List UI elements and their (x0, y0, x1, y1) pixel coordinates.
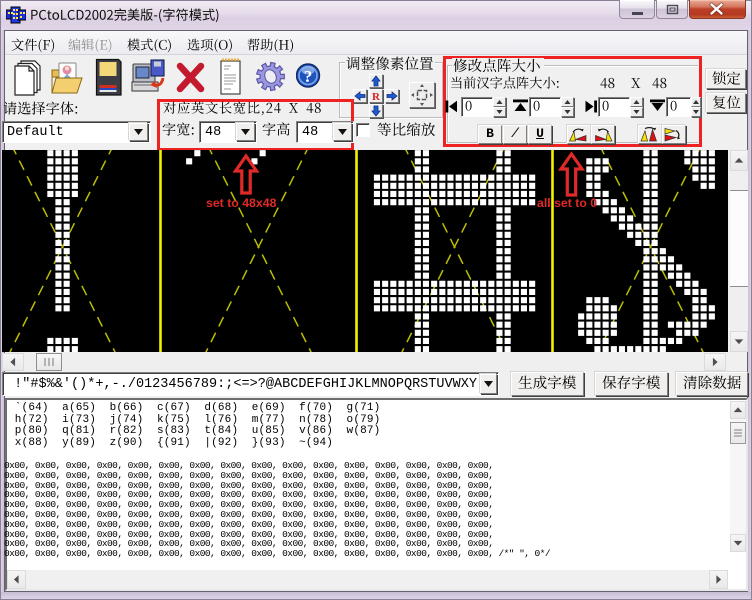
svg-text:R: R (372, 91, 381, 103)
svg-text:?: ? (304, 67, 313, 86)
